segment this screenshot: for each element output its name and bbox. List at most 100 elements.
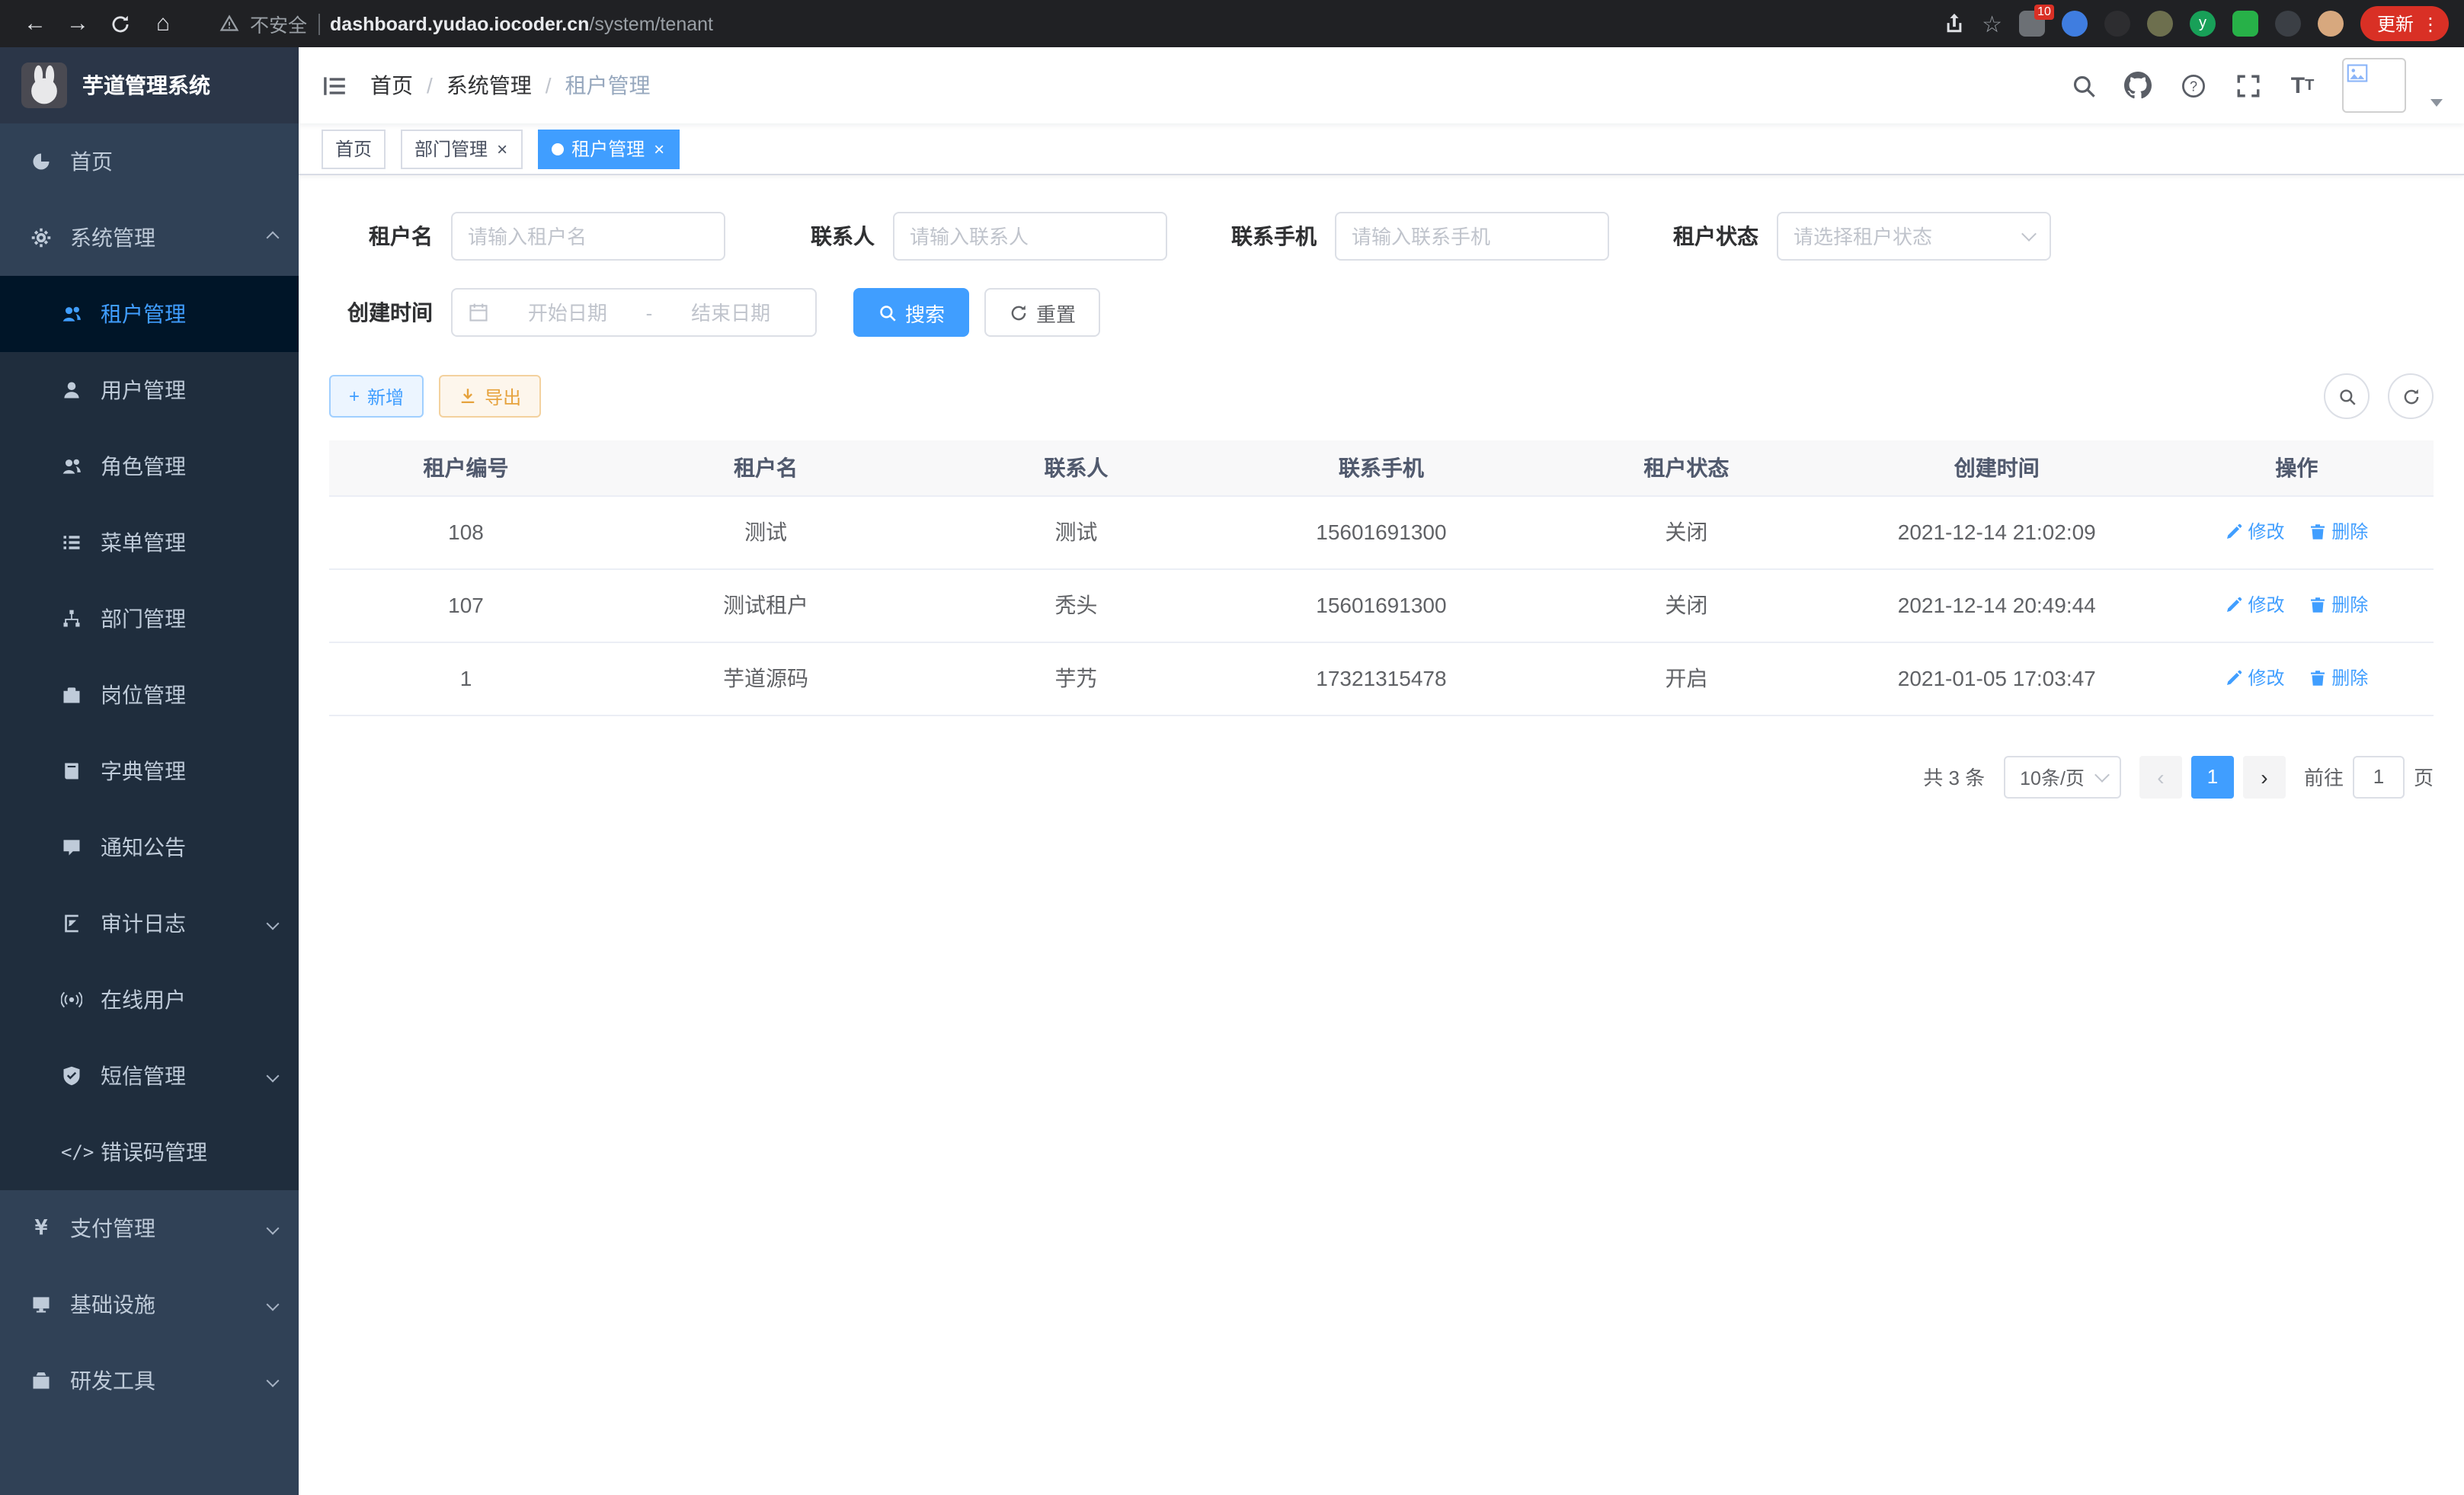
export-button[interactable]: 导出 xyxy=(439,375,541,418)
toggle-search-button[interactable] xyxy=(2324,373,2370,419)
extension-icon-green-square[interactable] xyxy=(2232,11,2258,37)
sidebar-item-role[interactable]: 角色管理 xyxy=(0,428,299,504)
extension-icon-pinwheel[interactable] xyxy=(2275,11,2301,37)
tab-dept[interactable]: 部门管理 × xyxy=(401,129,523,168)
sidebar-item-label: 首页 xyxy=(70,146,113,177)
goto-page-input[interactable] xyxy=(2353,755,2405,798)
sidebar-item-home[interactable]: 首页 xyxy=(0,123,299,200)
sidebar-item-dict[interactable]: 字典管理 xyxy=(0,733,299,809)
breadcrumb-system[interactable]: 系统管理 xyxy=(446,70,532,101)
dashboard-icon xyxy=(30,151,52,172)
sidebar-item-dept[interactable]: 部门管理 xyxy=(0,581,299,657)
edit-button[interactable]: 修改 xyxy=(2225,665,2284,691)
user-avatar[interactable] xyxy=(2342,58,2406,113)
next-page-button[interactable]: › xyxy=(2243,755,2286,798)
sidebar-item-post[interactable]: 岗位管理 xyxy=(0,657,299,733)
profile-avatar-icon[interactable] xyxy=(2318,11,2344,37)
tenant-name-input[interactable] xyxy=(468,225,709,248)
edit-button[interactable]: 修改 xyxy=(2225,592,2284,618)
export-button-label: 导出 xyxy=(485,383,521,409)
sidebar-item-sms[interactable]: 短信管理 xyxy=(0,1038,299,1114)
sidebar-item-audit-log[interactable]: 审计日志 xyxy=(0,885,299,962)
broadcast-icon xyxy=(61,989,82,1010)
delete-button[interactable]: 删除 xyxy=(2309,519,2368,545)
sidebar-item-user[interactable]: 用户管理 xyxy=(0,352,299,428)
table-row: 1 芋道源码 芋艿 17321315478 开启 2021-01-05 17:0… xyxy=(329,642,2434,715)
header-search-button[interactable] xyxy=(2068,70,2098,101)
sidebar-item-label: 审计日志 xyxy=(101,908,186,939)
sidebar-item-label: 菜单管理 xyxy=(101,527,186,558)
sidebar-item-online-users[interactable]: 在线用户 xyxy=(0,962,299,1038)
sidebar-item-notice[interactable]: 通知公告 xyxy=(0,809,299,885)
extension-icon-dark[interactable] xyxy=(2104,11,2130,37)
sidebar-item-devtools[interactable]: 研发工具 xyxy=(0,1343,299,1419)
delete-button[interactable]: 删除 xyxy=(2309,592,2368,618)
breadcrumb-home[interactable]: 首页 xyxy=(370,70,413,101)
help-button[interactable]: ? xyxy=(2178,70,2208,101)
tab-label: 租户管理 xyxy=(571,136,645,162)
url-text[interactable]: dashboard.yudao.iocoder.cn/system/tenant xyxy=(330,13,713,34)
sidebar-toggle-button[interactable] xyxy=(299,47,370,123)
cell-status: 关闭 xyxy=(1539,568,1834,642)
forward-icon[interactable]: → xyxy=(58,4,98,43)
edit-button[interactable]: 修改 xyxy=(2225,519,2284,545)
close-icon[interactable]: × xyxy=(652,139,666,158)
status-select[interactable] xyxy=(1777,212,2051,261)
date-separator: - xyxy=(646,301,653,324)
date-end-input[interactable] xyxy=(661,301,800,324)
col-phone: 联系手机 xyxy=(1224,440,1539,495)
sidebar-logo[interactable]: 芋道管理系统 xyxy=(0,47,299,123)
col-contact: 联系人 xyxy=(929,440,1224,495)
tab-home[interactable]: 首页 xyxy=(322,129,386,168)
bookmark-star-icon[interactable]: ☆ xyxy=(1982,10,2002,37)
sidebar-item-payment[interactable]: ¥ 支付管理 xyxy=(0,1190,299,1266)
reload-icon[interactable] xyxy=(101,4,140,43)
sidebar-item-menu[interactable]: 菜单管理 xyxy=(0,504,299,581)
extension-icon-blue[interactable] xyxy=(2062,11,2088,37)
tab-tenant[interactable]: 租户管理 × xyxy=(538,129,680,168)
breadcrumb-current: 租户管理 xyxy=(565,70,651,101)
search-icon xyxy=(878,303,898,322)
date-start-input[interactable] xyxy=(498,301,637,324)
sidebar-item-system[interactable]: 系统管理 xyxy=(0,200,299,276)
prev-page-button[interactable]: ‹ xyxy=(2139,755,2182,798)
browser-menu-icon[interactable]: ⋮ xyxy=(2421,13,2440,34)
add-button[interactable]: + 新增 xyxy=(329,375,424,418)
font-size-button[interactable]: TT xyxy=(2287,70,2318,101)
calendar-icon xyxy=(468,302,489,323)
date-range-picker[interactable]: - xyxy=(451,288,817,337)
contact-input[interactable] xyxy=(910,225,1150,248)
page-size-select[interactable]: 10条/页 xyxy=(2003,755,2121,798)
url-divider xyxy=(318,13,319,34)
search-button[interactable]: 搜索 xyxy=(853,288,969,337)
delete-button[interactable]: 删除 xyxy=(2309,665,2368,691)
yen-icon: ¥ xyxy=(30,1216,52,1240)
security-label[interactable]: 不安全 xyxy=(250,9,307,38)
page-content: 租户名 联系人 联系手机 xyxy=(299,175,2464,1495)
share-icon[interactable] xyxy=(1942,12,1965,35)
update-button[interactable]: 更新 ⋮ xyxy=(2360,6,2449,41)
back-icon[interactable]: ← xyxy=(15,4,55,43)
home-icon[interactable]: ⌂ xyxy=(143,4,183,43)
sidebar-item-label: 研发工具 xyxy=(70,1365,155,1396)
sidebar-item-infra[interactable]: 基础设施 xyxy=(0,1266,299,1343)
reset-button[interactable]: 重置 xyxy=(984,288,1100,337)
sidebar-item-error-code[interactable]: </> 错误码管理 xyxy=(0,1114,299,1190)
close-icon[interactable]: × xyxy=(495,139,509,158)
refresh-table-button[interactable] xyxy=(2388,373,2434,419)
sidebar-item-tenant[interactable]: 租户管理 xyxy=(0,276,299,352)
phone-input[interactable] xyxy=(1352,225,1592,248)
page-unit-label: 页 xyxy=(2414,762,2434,791)
pagination-total: 共 3 条 xyxy=(1923,762,1985,791)
fullscreen-button[interactable] xyxy=(2232,70,2263,101)
page-number-1[interactable]: 1 xyxy=(2191,755,2234,798)
extension-icon-puzzle[interactable]: 10 xyxy=(2019,11,2045,37)
address-bar[interactable]: 不安全 dashboard.yudao.iocoder.cn/system/te… xyxy=(219,9,713,38)
pagination: 共 3 条 10条/页 ‹ 1 › 前往 页 xyxy=(329,755,2434,798)
svg-text:?: ? xyxy=(2189,78,2197,93)
active-dot-icon xyxy=(552,142,564,155)
extension-icon-green-circle[interactable]: y xyxy=(2190,11,2216,37)
status-select-input[interactable] xyxy=(1794,225,2014,248)
github-link[interactable] xyxy=(2123,70,2153,101)
extension-icon-olive[interactable] xyxy=(2147,11,2173,37)
